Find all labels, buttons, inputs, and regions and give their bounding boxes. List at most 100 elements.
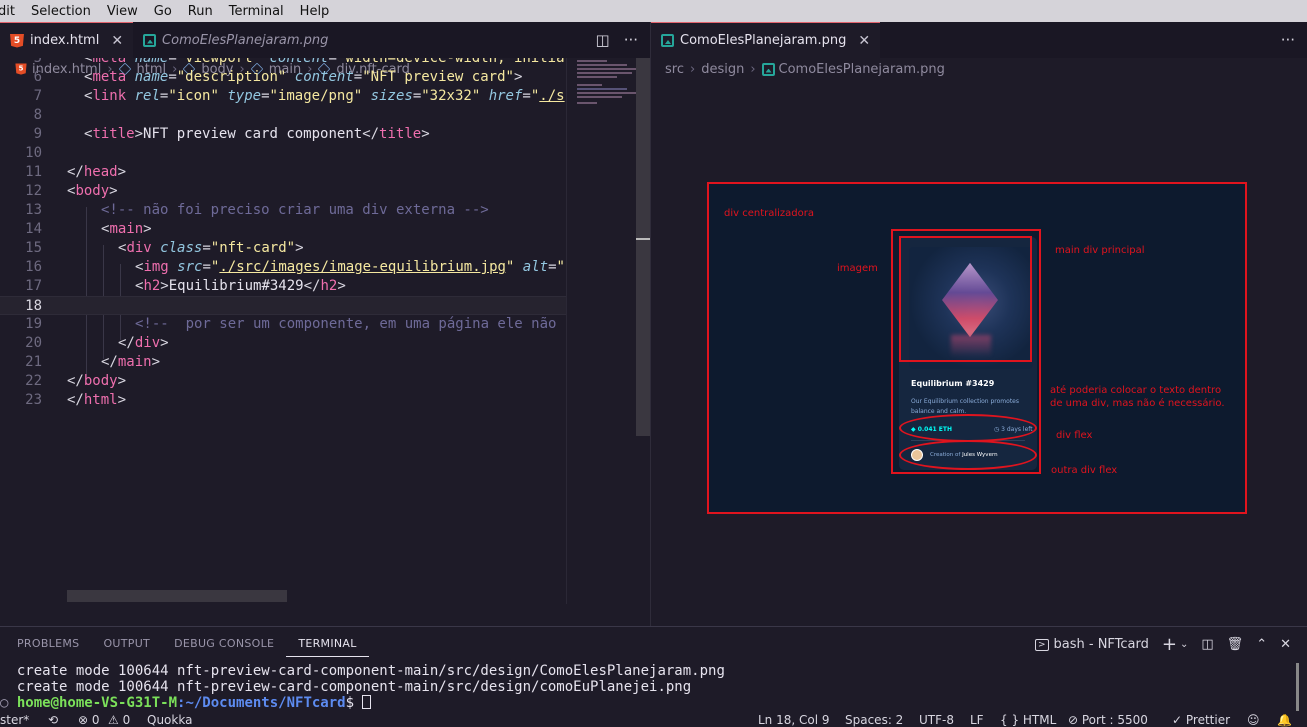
chevron-right-icon: › — [750, 61, 756, 77]
tab-image[interactable]: ComoElesPlanejaram.png ✕ — [651, 22, 881, 58]
prompt-icon: ○ — [0, 695, 17, 711]
vertical-scrollbar[interactable] — [636, 58, 650, 436]
bell-icon[interactable]: 🔔 — [1277, 714, 1292, 727]
code-line: 5 <meta name="viewport" content="width=de… — [33, 58, 565, 66]
bottom-panel: PROBLEMS OUTPUT DEBUG CONSOLE TERMINAL >… — [0, 626, 1307, 714]
editor-actions: ··· — [1281, 22, 1295, 58]
code-line: 10 — [25, 145, 42, 161]
breadcrumb-item[interactable]: design — [701, 62, 744, 77]
chevron-down-icon[interactable]: ⌄ — [1180, 639, 1188, 650]
tab-label: index.html — [30, 33, 100, 48]
cursor-icon — [362, 695, 372, 709]
cursor-position[interactable]: Ln 18, Col 9 — [758, 714, 830, 727]
terminal-prompt: ○ home@home-VS-G31T-M:~/Documents/NFTcar… — [0, 695, 1290, 711]
indentation[interactable]: Spaces: 2 — [845, 714, 903, 727]
annotation-label: outra div flex — [1051, 465, 1118, 476]
current-line: 18 — [0, 296, 566, 315]
horizontal-scrollbar[interactable] — [67, 590, 287, 602]
design-image: div centralizadora Equilibrium #3429 Our… — [707, 182, 1247, 514]
menu-bar: dit Selection View Go Run Terminal Help — [0, 0, 1307, 22]
quokka-status[interactable]: Quokka — [147, 714, 192, 727]
tab-problems[interactable]: PROBLEMS — [0, 637, 91, 650]
breadcrumb: src › design › ComoElesPlanejaram.png — [651, 58, 1307, 80]
annotation-ellipse-flex — [899, 414, 1037, 442]
annotation-label: até poderia colocar o texto dentro — [1050, 385, 1222, 396]
tab-output[interactable]: OUTPUT — [91, 637, 162, 650]
branch-status[interactable]: ster* — [0, 714, 29, 727]
code-line: 14 <main> — [25, 221, 152, 237]
annotation-label: main div principal — [1055, 245, 1145, 256]
tab-index-html[interactable]: 5 index.html ✕ — [0, 22, 134, 58]
image-preview: div centralizadora Equilibrium #3429 Our… — [651, 80, 1307, 626]
annotation-ellipse-flex-2 — [899, 440, 1037, 470]
code-line: 21 </main> — [25, 354, 161, 370]
menu-edit[interactable]: dit — [0, 4, 23, 19]
image-file-icon — [143, 33, 157, 47]
errors-status[interactable]: ⊗ 0 — [78, 714, 100, 727]
language-mode[interactable]: { } HTML — [1000, 714, 1056, 727]
code-line: 11 </head> — [25, 164, 127, 180]
code-line: 8 — [33, 107, 42, 123]
code-line: 6 <meta name="description" content="NFT p… — [33, 69, 523, 85]
code-line: 22 </body> — [25, 373, 127, 389]
sync-icon[interactable]: ⟲ — [48, 714, 58, 727]
menu-terminal[interactable]: Terminal — [221, 4, 292, 19]
tab-terminal[interactable]: TERMINAL — [286, 637, 369, 657]
code-line: 13 <!-- não foi preciso criar uma div ext… — [25, 202, 489, 218]
maximize-panel-icon[interactable]: ⌃ — [1256, 637, 1267, 652]
tab-image-preview[interactable]: ComoElesPlanejaram.png — [133, 22, 338, 58]
menu-view[interactable]: View — [99, 4, 146, 19]
breadcrumb-item[interactable]: ComoElesPlanejaram.png — [779, 62, 945, 77]
annotation-label: div flex — [1056, 430, 1093, 441]
tab-debug-console[interactable]: DEBUG CONSOLE — [162, 637, 286, 650]
editor-actions: ◫ ··· — [596, 22, 639, 58]
image-file-icon — [661, 34, 674, 47]
tab-bar: ComoElesPlanejaram.png ✕ ··· — [651, 22, 1307, 58]
menu-run[interactable]: Run — [180, 4, 221, 19]
terminal-line: create mode 100644 nft-preview-card-comp… — [0, 679, 692, 695]
new-terminal-icon[interactable]: + — [1162, 634, 1177, 655]
more-actions-icon[interactable]: ··· — [624, 31, 638, 49]
code-line: 15 <div class="nft-card"> — [25, 240, 304, 256]
close-icon[interactable]: ✕ — [111, 33, 123, 49]
code-line: 16 <img src="./src/images/image-equilibri… — [25, 259, 566, 275]
image-file-icon — [761, 62, 775, 76]
code-line: 9 <title>NFT preview card component</titl… — [33, 126, 430, 142]
html-file-icon: 5 — [10, 33, 24, 48]
close-icon[interactable]: ✕ — [858, 33, 870, 49]
feedback-icon[interactable]: ☺ — [1247, 714, 1260, 727]
code-line: 7 <link rel="icon" type="image/png" sizes… — [33, 88, 565, 104]
terminal-select[interactable]: bash - NFTcard — [1054, 637, 1149, 652]
code-line: 20 </div> — [25, 335, 169, 351]
chevron-right-icon: › — [689, 61, 696, 77]
split-editor-icon[interactable]: ◫ — [596, 31, 610, 49]
code-line: 23 </html> — [25, 392, 127, 408]
terminal-line: create mode 100644 nft-preview-card-comp… — [0, 663, 725, 679]
editor-group-right: ComoElesPlanejaram.png ✕ ··· src › desig… — [650, 22, 1307, 626]
terminal-scrollbar[interactable] — [1296, 663, 1299, 711]
breadcrumb-item[interactable]: src — [665, 62, 684, 77]
panel-tabs: PROBLEMS OUTPUT DEBUG CONSOLE TERMINAL — [0, 627, 369, 659]
live-server-port[interactable]: ⊘ Port : 5500 — [1068, 714, 1148, 727]
trash-icon[interactable]: 🗑 — [1227, 637, 1244, 652]
terminal-output[interactable]: create mode 100644 nft-preview-card-comp… — [0, 663, 1290, 711]
status-bar: ster* ⟲ ⊗ 0 ⚠ 0 Quokka Ln 18, Col 9 Spac… — [0, 714, 1307, 727]
code-editor[interactable]: 5 <meta name="viewport" content="width=de… — [0, 58, 566, 604]
encoding[interactable]: UTF-8 — [919, 714, 954, 727]
tab-label: ComoElesPlanejaram.png — [680, 33, 847, 48]
menu-selection[interactable]: Selection — [23, 4, 99, 19]
annotation-label: de uma div, mas não é necessário. — [1050, 398, 1225, 409]
menu-go[interactable]: Go — [146, 4, 180, 19]
eol[interactable]: LF — [970, 714, 984, 727]
annotation-label: imagem — [837, 263, 878, 274]
warnings-status[interactable]: ⚠ 0 — [108, 714, 130, 727]
tab-bar: 5 index.html ✕ ComoElesPlanejaram.png ◫ … — [0, 22, 650, 58]
close-panel-icon[interactable]: ✕ — [1280, 637, 1291, 652]
split-terminal-icon[interactable]: ◫ — [1201, 637, 1213, 652]
terminal-icon: > — [1034, 638, 1049, 651]
annotation-label: div centralizadora — [724, 208, 815, 219]
prettier-status[interactable]: ✓ Prettier — [1172, 714, 1230, 727]
code-line: 19 <!-- por ser um componente, em uma pág… — [25, 316, 566, 332]
more-actions-icon[interactable]: ··· — [1281, 31, 1295, 49]
menu-help[interactable]: Help — [292, 4, 338, 19]
